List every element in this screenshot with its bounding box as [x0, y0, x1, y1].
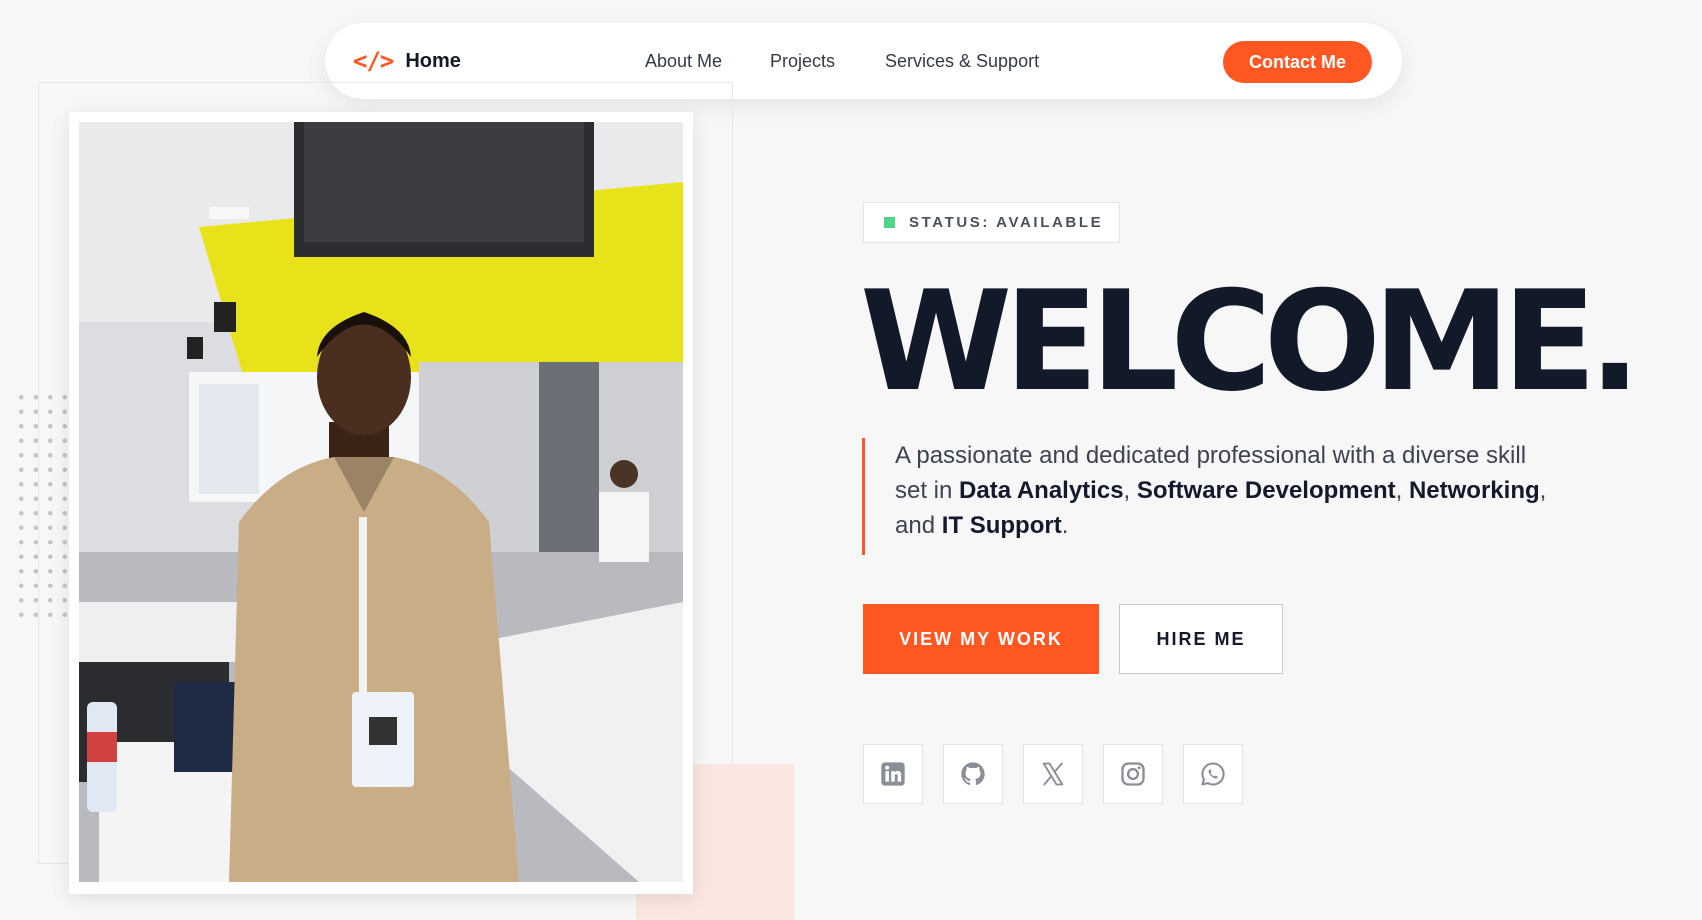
skill-it-support: IT Support — [941, 512, 1062, 539]
contact-me-button[interactable]: Contact Me — [1223, 41, 1372, 83]
social-links — [863, 744, 1243, 804]
intro-sep: , — [1123, 477, 1137, 504]
profile-photo-card — [69, 112, 693, 894]
intro-sep: , — [1395, 477, 1409, 504]
x-icon — [1042, 762, 1064, 786]
intro-paragraph: A passionate and dedicated professional … — [862, 438, 1562, 555]
skill-data-analytics: Data Analytics — [959, 477, 1124, 504]
code-icon: </> — [353, 47, 394, 75]
status-text: STATUS: AVAILABLE — [909, 214, 1104, 231]
whatsapp-icon — [1201, 762, 1225, 786]
linkedin-link[interactable] — [863, 744, 923, 804]
status-badge: STATUS: AVAILABLE — [863, 202, 1120, 243]
skill-software-development: Software Development — [1136, 477, 1396, 504]
status-indicator — [884, 217, 895, 228]
profile-photo — [79, 122, 683, 882]
hire-me-button[interactable]: HIRE ME — [1119, 604, 1283, 674]
home-label: Home — [405, 49, 461, 72]
x-link[interactable] — [1023, 744, 1083, 804]
welcome-headline: WELCOME. — [860, 261, 1641, 422]
nav-link-services[interactable]: Services & Support — [885, 23, 1039, 99]
skill-networking: Networking — [1408, 477, 1540, 504]
instagram-icon — [1121, 762, 1145, 786]
intro-end: . — [1061, 512, 1069, 539]
github-link[interactable] — [943, 744, 1003, 804]
instagram-link[interactable] — [1103, 744, 1163, 804]
view-my-work-button[interactable]: VIEW MY WORK — [863, 604, 1099, 674]
github-icon — [961, 762, 985, 785]
linkedin-icon — [881, 762, 905, 786]
nav-link-projects[interactable]: Projects — [770, 23, 835, 99]
whatsapp-link[interactable] — [1183, 744, 1243, 804]
